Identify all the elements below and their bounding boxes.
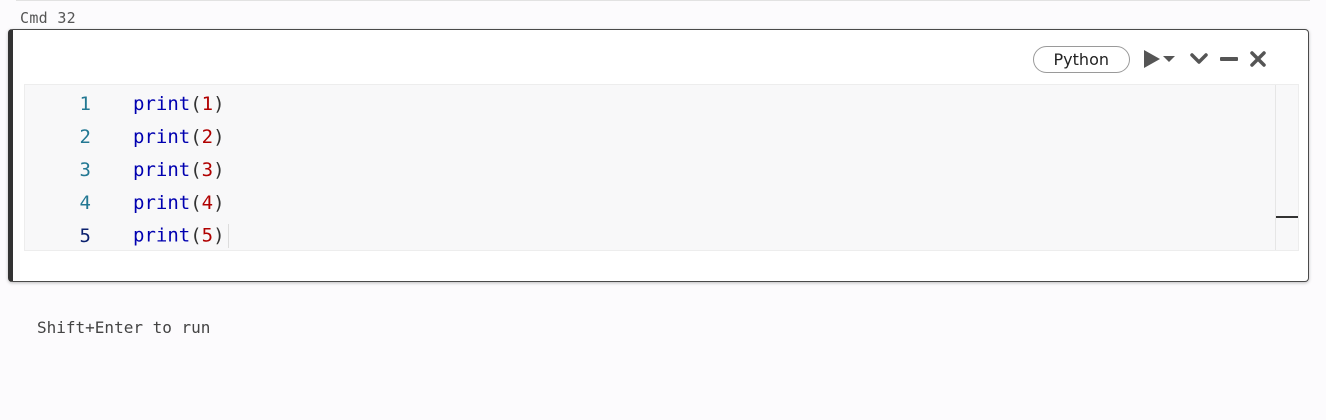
code-number: 5 xyxy=(201,224,214,246)
editor-scrollbar[interactable] xyxy=(1275,85,1298,250)
chevron-down-icon[interactable] xyxy=(1188,47,1210,71)
code-paren-close: ) xyxy=(213,191,225,214)
editor-lines: 1 print(1) 2 print(2) 3 print(3) 4 print… xyxy=(25,87,1275,252)
code-function: print xyxy=(133,158,191,181)
line-number: 5 xyxy=(79,224,91,247)
code-paren-open: ( xyxy=(190,125,202,148)
code-paren-close: ) xyxy=(213,158,225,181)
line-number: 3 xyxy=(79,158,91,181)
text-cursor xyxy=(227,223,229,248)
code-editor[interactable]: 1 print(1) 2 print(2) 3 print(3) 4 print… xyxy=(24,84,1299,251)
line-number: 4 xyxy=(79,191,91,214)
code-function: print xyxy=(133,125,191,148)
line-number: 1 xyxy=(79,92,91,115)
code-text[interactable]: print(2) xyxy=(133,126,225,148)
code-number: 3 xyxy=(201,158,214,181)
code-function: print xyxy=(133,191,191,214)
code-line[interactable]: 2 print(2) xyxy=(25,120,1275,153)
run-dropdown-icon[interactable] xyxy=(1142,47,1178,71)
code-number: 2 xyxy=(201,125,214,148)
language-selector-button[interactable]: Python xyxy=(1032,45,1130,73)
code-number: 1 xyxy=(201,92,214,115)
code-line[interactable]: 4 print(4) xyxy=(25,186,1275,219)
code-function: print xyxy=(133,92,191,115)
code-line-active[interactable]: 5 print(5) xyxy=(25,219,1275,252)
code-paren-close: ) xyxy=(213,125,225,148)
code-text[interactable]: print(5) xyxy=(133,223,229,248)
cell-toolbar: Python xyxy=(1032,44,1268,74)
cell-command-label: Cmd 32 xyxy=(20,9,76,27)
scrollbar-cursor-marker xyxy=(1276,216,1298,218)
code-line[interactable]: 1 print(1) xyxy=(25,87,1275,120)
top-divider xyxy=(16,0,1310,1)
minimize-icon[interactable] xyxy=(1218,47,1240,71)
run-hint-text: Shift+Enter to run xyxy=(37,318,211,337)
code-line[interactable]: 3 print(3) xyxy=(25,153,1275,186)
notebook-cell[interactable]: Python 1 print(1) 2 print(2) 3 print(3) … xyxy=(8,29,1309,282)
code-number: 4 xyxy=(201,191,214,214)
code-text[interactable]: print(1) xyxy=(133,93,225,115)
line-number: 2 xyxy=(79,125,91,148)
code-paren-open: ( xyxy=(190,224,202,246)
code-text[interactable]: print(4) xyxy=(133,192,225,214)
code-paren-close: ) xyxy=(213,92,225,115)
code-text[interactable]: print(3) xyxy=(133,159,225,181)
code-paren-open: ( xyxy=(190,191,202,214)
close-icon[interactable] xyxy=(1248,47,1268,71)
code-paren-open: ( xyxy=(190,92,202,115)
code-paren-close: ) xyxy=(213,224,225,246)
code-function: print xyxy=(133,224,191,246)
code-paren-open: ( xyxy=(190,158,202,181)
